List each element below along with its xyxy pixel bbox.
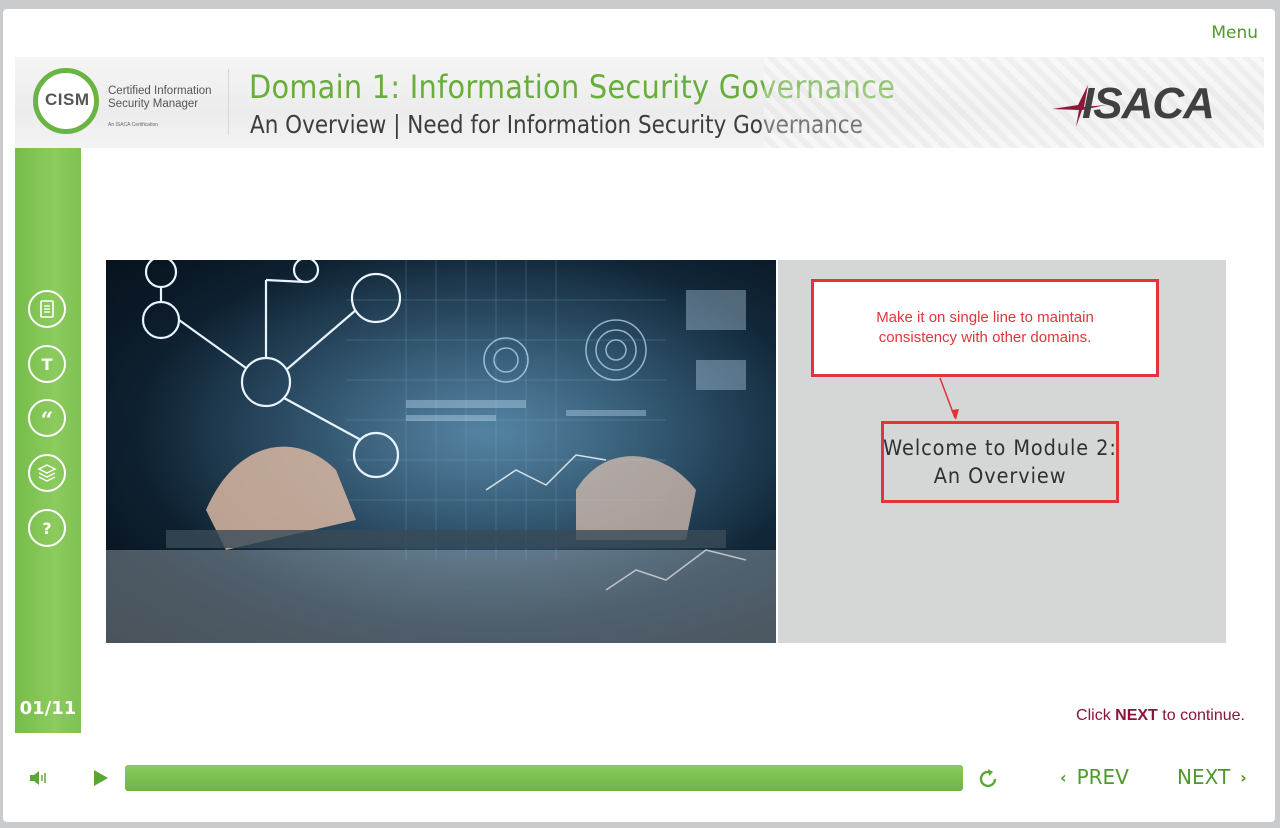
- page-counter: 01/11: [19, 698, 77, 719]
- svg-text:T: T: [42, 355, 53, 374]
- transcript-button[interactable]: T: [28, 345, 66, 383]
- transcript-icon: T: [42, 355, 53, 374]
- player-controls: ‹ PREV NEXT ›: [15, 752, 1264, 804]
- cism-logo-tagline: An ISACA Certification: [108, 122, 159, 128]
- chevron-left-icon: ‹: [1060, 767, 1067, 787]
- replay-button[interactable]: [975, 766, 1001, 792]
- prev-button[interactable]: ‹ PREV: [1060, 765, 1129, 789]
- cism-logo-line1: Certified Information: [108, 85, 212, 97]
- play-button[interactable]: [89, 767, 111, 789]
- quote-icon: “: [41, 408, 54, 429]
- help-button[interactable]: ?: [28, 509, 66, 547]
- welcome-line-1: Welcome to Module 2:: [883, 436, 1117, 460]
- play-icon: [94, 770, 108, 786]
- speaker-icon: [30, 771, 46, 785]
- audio-button[interactable]: [27, 766, 51, 790]
- continue-instruction: Click NEXT to continue.: [1076, 707, 1245, 725]
- welcome-box: Welcome to Module 2: An Overview: [881, 421, 1119, 503]
- page-subtitle: An Overview | Need for Information Secur…: [250, 110, 863, 139]
- next-button[interactable]: NEXT ›: [1177, 765, 1247, 789]
- review-note-text: Make it on single line to maintain consi…: [876, 309, 1094, 346]
- continue-prefix: Click: [1076, 707, 1116, 724]
- notes-icon: [40, 300, 54, 318]
- tech-illustration: [106, 260, 776, 643]
- cism-logo: CISM Certified Information Security Mana…: [33, 65, 223, 137]
- cism-logo-text: CISM: [45, 90, 90, 109]
- page-title: Domain 1: Information Security Governanc…: [249, 68, 896, 106]
- progress-bar[interactable]: [125, 765, 963, 791]
- welcome-line-2: An Overview: [933, 464, 1067, 488]
- resources-icon: [37, 464, 57, 482]
- header-divider: [228, 69, 229, 135]
- continue-bold: NEXT: [1115, 707, 1158, 724]
- sidebar: T “ ? 01/11: [15, 148, 81, 733]
- header-banner: CISM Certified Information Security Mana…: [15, 57, 1264, 148]
- cism-logo-line2: Security Manager: [108, 98, 199, 110]
- isaca-wordmark: ISACA: [1082, 79, 1215, 128]
- replay-icon: [979, 769, 997, 788]
- svg-text:?: ?: [42, 519, 51, 538]
- review-note-box: Make it on single line to maintain consi…: [811, 279, 1159, 377]
- prev-label: PREV: [1076, 765, 1129, 789]
- isaca-logo: ISACA: [1048, 79, 1228, 129]
- svg-text:“: “: [41, 408, 54, 429]
- help-icon: ?: [42, 519, 51, 538]
- quote-button[interactable]: “: [28, 399, 66, 437]
- next-label: NEXT: [1177, 765, 1231, 789]
- continue-suffix: to continue.: [1157, 707, 1245, 724]
- progress-fill: [125, 765, 963, 791]
- menu-link[interactable]: Menu: [1211, 23, 1258, 43]
- resources-button[interactable]: [28, 454, 66, 492]
- circuit-tablet-image: [106, 260, 776, 643]
- chevron-right-icon: ›: [1240, 767, 1247, 787]
- notes-button[interactable]: [28, 290, 66, 328]
